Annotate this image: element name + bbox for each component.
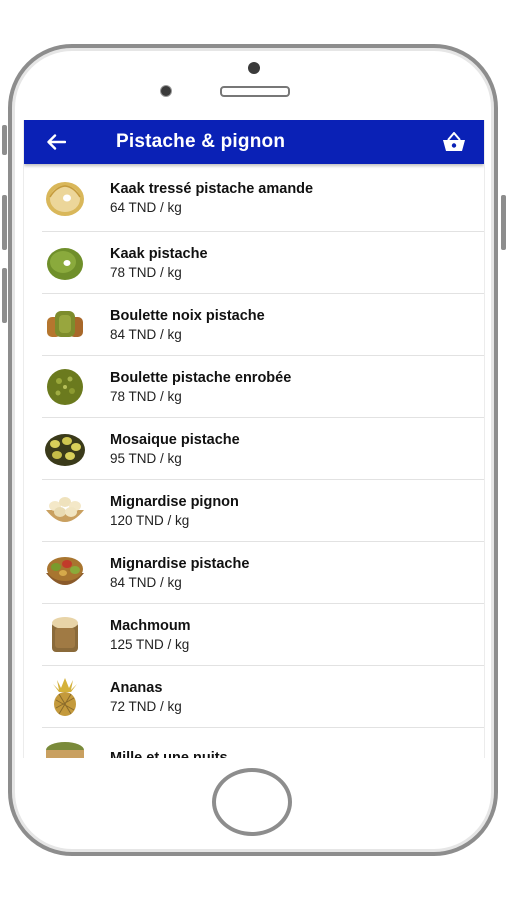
product-item[interactable]: Kaak pistache 78 TND / kg (42, 232, 484, 294)
kaak-tresse-image (42, 175, 88, 221)
proximity-sensor (160, 85, 172, 97)
front-camera (248, 62, 260, 74)
arrow-left-icon (47, 134, 66, 150)
product-item[interactable]: Kaak tressé pistache amande 64 TND / kg (42, 164, 484, 232)
home-button[interactable] (212, 768, 292, 836)
mille-nuits-image (42, 736, 88, 758)
product-price: 72 TND / kg (110, 698, 182, 714)
mignardise-pistache-image (42, 550, 88, 596)
product-price: 84 TND / kg (110, 326, 182, 342)
kaak-pistache-image (42, 240, 88, 286)
product-price: 78 TND / kg (110, 388, 182, 404)
product-item[interactable]: Mille et une nuits (42, 728, 484, 758)
shopping-basket-icon (443, 132, 465, 151)
app-screen: Pistache & pignon Kaak tressé pistache a… (23, 120, 485, 758)
product-list: Kaak tressé pistache amande 64 TND / kg … (24, 164, 484, 758)
app-bar: Pistache & pignon (24, 120, 484, 164)
boulette-noix-image (42, 302, 88, 348)
mosaique-image (42, 426, 88, 472)
product-price: 64 TND / kg (110, 199, 182, 215)
earpiece-speaker (220, 86, 290, 97)
product-name: Kaak pistache (110, 245, 208, 262)
product-name: Mille et une nuits (110, 750, 228, 758)
boulette-enrobee-image (42, 364, 88, 410)
cart-button[interactable] (440, 120, 468, 164)
product-price: 125 TND / kg (110, 636, 190, 652)
product-item[interactable]: Ananas 72 TND / kg (42, 666, 484, 728)
product-item[interactable]: Boulette noix pistache 84 TND / kg (42, 294, 484, 356)
product-item[interactable]: Mosaique pistache 95 TND / kg (42, 418, 484, 480)
product-name: Mosaique pistache (110, 431, 240, 448)
product-name: Kaak tressé pistache amande (110, 180, 314, 197)
phone-volume-up-button (2, 195, 7, 250)
product-name: Machmoum (110, 617, 191, 634)
product-price: 78 TND / kg (110, 264, 182, 280)
phone-mute-switch (2, 125, 7, 155)
product-name: Mignardise pistache (110, 555, 250, 572)
product-price: 120 TND / kg (110, 512, 190, 528)
product-name: Ananas (110, 679, 163, 696)
mignardise-pignon-image (42, 488, 88, 534)
product-item[interactable]: Mignardise pistache 84 TND / kg (42, 542, 484, 604)
page-title: Pistache & pignon (116, 131, 286, 152)
machmoum-image (42, 612, 88, 658)
product-price: 84 TND / kg (110, 574, 182, 590)
back-button[interactable] (46, 120, 82, 164)
product-name: Boulette pistache enrobée (110, 369, 292, 386)
product-item[interactable]: Boulette pistache enrobée 78 TND / kg (42, 356, 484, 418)
product-name: Boulette noix pistache (110, 307, 265, 324)
product-item[interactable]: Machmoum 125 TND / kg (42, 604, 484, 666)
phone-volume-down-button (2, 268, 7, 323)
product-price: 95 TND / kg (110, 450, 182, 466)
ananas-image (42, 674, 88, 720)
phone-power-button (501, 195, 506, 250)
product-item[interactable]: Mignardise pignon 120 TND / kg (42, 480, 484, 542)
product-name: Mignardise pignon (110, 493, 239, 510)
